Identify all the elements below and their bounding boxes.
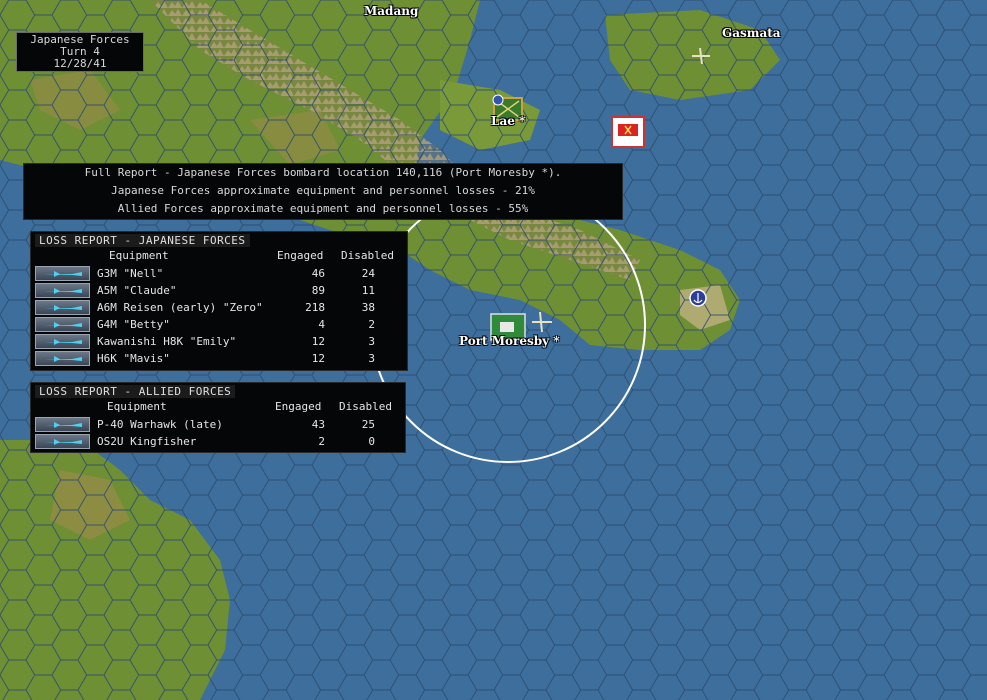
engaged-count: 43 bbox=[311, 418, 325, 431]
engaged-count: 89 bbox=[311, 284, 325, 297]
col-engaged: Engaged bbox=[275, 400, 322, 413]
port-anchor-icon bbox=[689, 289, 707, 307]
aircraft-icon[interactable] bbox=[35, 417, 90, 432]
report-line-1: Full Report - Japanese Forces bombard lo… bbox=[84, 166, 562, 179]
loss-row: A5M "Claude" 89 11 bbox=[35, 283, 405, 300]
equipment-name: A5M "Claude" bbox=[97, 284, 177, 297]
combat-report-box: Full Report - Japanese Forces bombard lo… bbox=[23, 163, 623, 220]
report-line-3: Allied Forces approximate equipment and … bbox=[117, 202, 529, 215]
engaged-count: 12 bbox=[311, 335, 325, 348]
lae-label: Lae * bbox=[491, 114, 526, 128]
col-disabled: Disabled bbox=[339, 400, 392, 413]
disabled-count: 11 bbox=[361, 284, 375, 297]
aircraft-icon[interactable] bbox=[35, 266, 90, 281]
equipment-name: G3M "Nell" bbox=[97, 267, 164, 280]
loss-report-title: LOSS REPORT - JAPANESE FORCES bbox=[35, 234, 250, 247]
equipment-name: H6K "Mavis" bbox=[97, 352, 170, 365]
disabled-count: 25 bbox=[361, 418, 375, 431]
loss-row: OS2U Kingfisher 2 0 bbox=[35, 434, 405, 451]
date-label: 12/28/41 bbox=[53, 57, 107, 70]
port-moresby-label: Port Moresby * bbox=[459, 334, 560, 348]
loss-row: G3M "Nell" 46 24 bbox=[35, 266, 405, 283]
disabled-count: 3 bbox=[368, 352, 375, 365]
engaged-count: 12 bbox=[311, 352, 325, 365]
aircraft-icon[interactable] bbox=[35, 283, 90, 298]
loss-row: H6K "Mavis" 12 3 bbox=[35, 351, 405, 368]
disabled-count: 38 bbox=[361, 301, 375, 314]
equipment-name: OS2U Kingfisher bbox=[97, 435, 197, 448]
equipment-name: A6M Reisen (early) "Zero" bbox=[97, 301, 263, 314]
disabled-count: 24 bbox=[361, 267, 375, 280]
loss-report-japanese: LOSS REPORT - JAPANESE FORCES Equipment … bbox=[30, 231, 408, 371]
col-equipment: Equipment bbox=[107, 400, 167, 413]
loss-row: G4M "Betty" 4 2 bbox=[35, 317, 405, 334]
gasmata-label: Gasmata bbox=[722, 26, 781, 40]
loss-row: Kawanishi H8K "Emily" 12 3 bbox=[35, 334, 405, 351]
col-equipment: Equipment bbox=[109, 249, 169, 262]
aircraft-icon[interactable] bbox=[35, 351, 90, 366]
aircraft-icon[interactable] bbox=[35, 334, 90, 349]
madang-label: Madang bbox=[364, 4, 419, 18]
engaged-count: 218 bbox=[305, 301, 325, 314]
disabled-count: 2 bbox=[368, 318, 375, 331]
aircraft-icon[interactable] bbox=[35, 300, 90, 315]
turn-info-box: Japanese Forces Turn 4 12/28/41 bbox=[16, 32, 144, 72]
japanese-unit-icon bbox=[611, 116, 645, 148]
col-disabled: Disabled bbox=[341, 249, 394, 262]
engaged-count: 2 bbox=[318, 435, 325, 448]
loss-report-title: LOSS REPORT - ALLIED FORCES bbox=[35, 385, 236, 398]
report-line-2: Japanese Forces approximate equipment an… bbox=[111, 184, 535, 197]
disabled-count: 3 bbox=[368, 335, 375, 348]
col-engaged: Engaged bbox=[277, 249, 324, 262]
equipment-name: P-40 Warhawk (late) bbox=[97, 418, 223, 431]
equipment-name: Kawanishi H8K "Emily" bbox=[97, 335, 237, 348]
disabled-count: 0 bbox=[368, 435, 375, 448]
aircraft-icon[interactable] bbox=[35, 317, 90, 332]
engaged-count: 4 bbox=[318, 318, 325, 331]
aircraft-icon[interactable] bbox=[35, 434, 90, 449]
loss-row: A6M Reisen (early) "Zero" 218 38 bbox=[35, 300, 405, 317]
engaged-count: 46 bbox=[311, 267, 325, 280]
equipment-name: G4M "Betty" bbox=[97, 318, 170, 331]
loss-row: P-40 Warhawk (late) 43 25 bbox=[35, 417, 405, 434]
loss-report-allied: LOSS REPORT - ALLIED FORCES Equipment En… bbox=[30, 382, 406, 453]
